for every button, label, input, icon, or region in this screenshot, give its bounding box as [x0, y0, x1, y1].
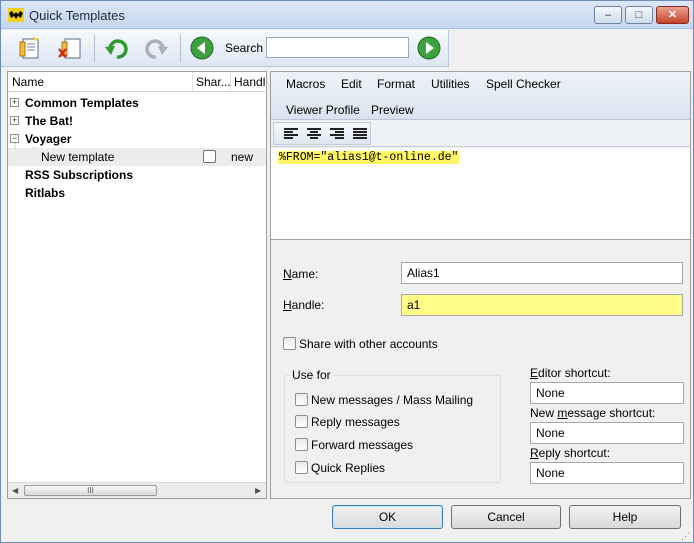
column-header-share[interactable]: Shar...: [196, 75, 231, 89]
column-divider: [230, 72, 231, 92]
redo-button[interactable]: [141, 33, 171, 63]
toolbar-separator: [94, 35, 95, 62]
editor-text: %FROM="alias1@t-online.de": [278, 151, 460, 164]
scroll-left-icon[interactable]: ◀: [12, 486, 18, 495]
close-button[interactable]: ✕: [656, 6, 689, 24]
undo-icon: [105, 39, 128, 59]
share-checkbox[interactable]: [203, 150, 216, 163]
maximize-button[interactable]: □: [625, 6, 653, 24]
use-for-quick-replies-checkbox[interactable]: [295, 461, 308, 474]
resize-grip-icon[interactable]: ⋰: [681, 531, 690, 542]
ok-button[interactable]: OK: [332, 505, 443, 529]
menu-format[interactable]: Format: [377, 77, 415, 91]
collapse-icon[interactable]: −: [10, 134, 19, 143]
use-for-reply-checkbox[interactable]: [295, 415, 308, 428]
reply-shortcut-input[interactable]: None: [530, 462, 684, 484]
share-accounts-label: Share with other accounts: [299, 337, 438, 351]
format-toolbar: [271, 121, 690, 147]
menu-spell-checker[interactable]: Spell Checker: [486, 77, 561, 91]
use-for-title: Use for: [289, 368, 334, 382]
undo-button[interactable]: [102, 33, 132, 63]
align-left-icon[interactable]: [284, 128, 298, 140]
tree-item-label: The Bat!: [25, 114, 73, 128]
tree-item-voyager[interactable]: − Voyager: [8, 130, 266, 148]
alignment-buttons: [273, 122, 371, 145]
use-for-forward-checkbox[interactable]: [295, 438, 308, 451]
menu-edit[interactable]: Edit: [341, 77, 362, 91]
align-center-icon[interactable]: [307, 128, 321, 140]
tree-item-label: Common Templates: [25, 96, 139, 110]
align-right-icon[interactable]: [330, 128, 344, 140]
new-message-shortcut-input[interactable]: None: [530, 422, 684, 444]
template-text-editor[interactable]: %FROM="alias1@t-online.de": [271, 148, 690, 240]
justify-icon[interactable]: [353, 128, 367, 140]
tree-item-label: RSS Subscriptions: [25, 168, 134, 182]
editor-shortcut-input[interactable]: None: [530, 382, 684, 404]
menu-utilities[interactable]: Utilities: [431, 77, 470, 91]
menu-preview[interactable]: Preview: [371, 103, 414, 117]
expand-icon[interactable]: +: [10, 98, 19, 107]
cancel-button[interactable]: Cancel: [451, 505, 561, 529]
tree-item-rss-subscriptions[interactable]: RSS Subscriptions: [8, 166, 266, 184]
column-header-handle[interactable]: Handl: [234, 75, 265, 89]
tree-item-the-bat[interactable]: + The Bat!: [8, 112, 266, 130]
search-forward-icon: [417, 36, 441, 60]
handle-label: Handle:: [283, 298, 325, 312]
editor-menu-bar: Macros Edit Format Utilities Spell Check…: [271, 72, 690, 120]
use-for-new-messages-checkbox[interactable]: [295, 393, 308, 406]
new-template-button[interactable]: [15, 33, 45, 63]
search-forward-button[interactable]: [414, 33, 444, 63]
delete-template-icon: [58, 38, 81, 59]
menu-macros[interactable]: Macros: [286, 77, 325, 91]
handle-input[interactable]: a1: [401, 294, 683, 316]
tree-item-new-template[interactable]: New template new: [8, 148, 266, 166]
use-for-group: Use for New messages / Mass Mailing Repl…: [284, 368, 501, 483]
search-input[interactable]: [266, 37, 409, 58]
redo-icon: [145, 39, 168, 59]
search-label: Search: [225, 41, 264, 55]
window-title: Quick Templates: [29, 8, 125, 23]
tree-item-common-templates[interactable]: + Common Templates: [8, 94, 266, 112]
toolbar-separator: [180, 35, 181, 62]
template-tree[interactable]: Name Shar... Handl + Common Templates + …: [7, 71, 267, 499]
use-for-quick-replies-label: Quick Replies: [311, 461, 386, 475]
share-accounts-checkbox[interactable]: [283, 337, 296, 350]
bat-app-icon: [8, 8, 24, 22]
horizontal-scrollbar[interactable]: ◀ III ▶: [8, 482, 266, 498]
scroll-thumb[interactable]: III: [24, 485, 157, 496]
menu-viewer-profile[interactable]: Viewer Profile: [286, 103, 360, 117]
name-input[interactable]: Alias1: [401, 262, 683, 284]
quick-templates-window: Quick Templates – □ ✕ Search Name Shar..…: [0, 0, 694, 543]
template-editor-panel: Macros Edit Format Utilities Spell Check…: [270, 71, 691, 499]
expand-icon[interactable]: +: [10, 116, 19, 125]
use-for-forward-label: Forward messages: [311, 438, 414, 452]
tree-item-handle: new: [231, 150, 254, 164]
minimize-button[interactable]: –: [594, 6, 622, 24]
use-for-new-messages-label: New messages / Mass Mailing: [311, 393, 474, 407]
help-button[interactable]: Help: [569, 505, 681, 529]
tree-item-label: New template: [41, 150, 115, 164]
scroll-right-icon[interactable]: ▶: [255, 486, 261, 495]
column-header-name[interactable]: Name: [12, 75, 44, 89]
name-label: Name:: [283, 267, 319, 281]
delete-template-button[interactable]: [55, 33, 85, 63]
new-template-icon: [19, 37, 39, 59]
toolbar: Search: [1, 30, 449, 67]
new-message-shortcut-label: New message shortcut:: [530, 406, 656, 420]
reply-shortcut-label: Reply shortcut:: [530, 446, 611, 460]
editor-shortcut-label: Editor shortcut:: [530, 366, 611, 380]
search-back-button[interactable]: [187, 33, 217, 63]
column-divider: [192, 72, 193, 92]
tree-header: Name Shar... Handl: [8, 72, 266, 92]
tree-item-label: Ritlabs: [25, 186, 66, 200]
use-for-reply-label: Reply messages: [311, 415, 400, 429]
tree-item-ritlabs[interactable]: Ritlabs: [8, 184, 266, 202]
search-back-icon: [190, 36, 214, 60]
title-bar[interactable]: Quick Templates – □ ✕: [1, 1, 693, 29]
